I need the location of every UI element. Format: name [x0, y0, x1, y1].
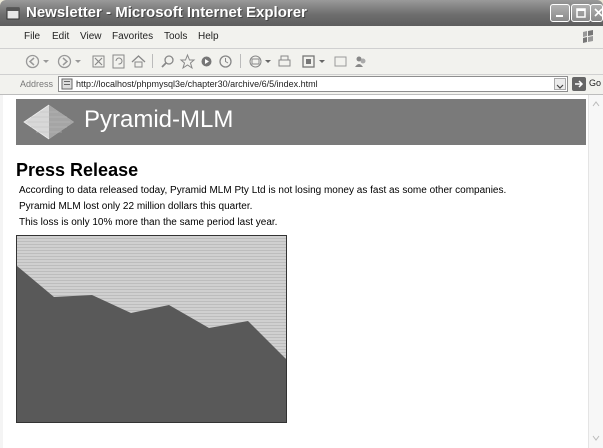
page-heading: Press Release: [16, 160, 139, 180]
toolbar-separator: [240, 54, 241, 68]
go-label: Go: [589, 78, 602, 88]
favorites-icon[interactable]: [179, 53, 196, 70]
go-arrow-icon: [572, 77, 586, 91]
banner-title: Pyramid-MLM: [84, 106, 234, 133]
menu-help[interactable]: Help: [198, 31, 219, 42]
edit-icon[interactable]: [300, 53, 317, 70]
forward-icon[interactable]: [56, 53, 73, 70]
menu-file[interactable]: File: [24, 31, 40, 42]
browser-window: Newsletter - Microsoft Internet Explorer…: [0, 0, 603, 448]
maximize-button[interactable]: [571, 4, 591, 22]
go-button[interactable]: Go: [572, 77, 601, 91]
windows-flag-icon: [583, 30, 593, 43]
mail-dropdown-icon[interactable]: [264, 53, 272, 70]
messenger-icon[interactable]: [352, 53, 369, 70]
page-viewport[interactable]: Pyramid-MLM Press Release According to d…: [0, 95, 603, 448]
media-icon[interactable]: [198, 53, 215, 70]
pyramid-logo: [23, 104, 74, 140]
address-url: http://localhost/phpmysql3e/chapter30/ar…: [76, 79, 318, 89]
site-banner: Pyramid-MLM: [16, 99, 586, 145]
viewport-edge: [0, 95, 3, 448]
minimize-button[interactable]: [550, 4, 570, 22]
menu-view[interactable]: View: [80, 31, 102, 42]
scroll-up-icon[interactable]: [592, 100, 600, 108]
paragraph-3: This loss is only 10% more than the same…: [19, 217, 278, 228]
refresh-icon[interactable]: [110, 53, 127, 70]
maximize-icon: [576, 8, 586, 18]
forward-dropdown-icon[interactable]: [74, 53, 82, 70]
standard-toolbar: [0, 49, 603, 75]
home-icon[interactable]: [130, 53, 147, 70]
loss-area-chart: [16, 235, 287, 423]
menu-favorites[interactable]: Favorites: [112, 31, 153, 42]
menu-bar: File Edit View Favorites Tools Help: [0, 26, 603, 49]
edit-dropdown-icon[interactable]: [318, 53, 326, 70]
discuss-icon[interactable]: [332, 53, 349, 70]
search-icon[interactable]: [160, 53, 177, 70]
address-dropdown-button[interactable]: [554, 78, 566, 90]
menu-edit[interactable]: Edit: [52, 31, 69, 42]
minimize-icon: [556, 15, 563, 17]
address-input[interactable]: http://localhost/phpmysql3e/chapter30/ar…: [58, 76, 568, 92]
chevron-down-icon: [556, 84, 564, 89]
mail-icon[interactable]: [247, 53, 264, 70]
history-icon[interactable]: [217, 53, 234, 70]
vertical-scrollbar[interactable]: [588, 95, 603, 448]
back-dropdown-icon[interactable]: [42, 53, 50, 70]
paragraph-1: According to data released today, Pyrami…: [19, 185, 507, 196]
print-icon[interactable]: [276, 53, 293, 70]
menu-tools[interactable]: Tools: [164, 31, 187, 42]
stop-icon[interactable]: [90, 53, 107, 70]
title-bar[interactable]: Newsletter - Microsoft Internet Explorer: [0, 0, 603, 26]
toolbar-separator: [152, 54, 153, 68]
scroll-down-icon[interactable]: [592, 434, 600, 442]
ie-logo-icon: [6, 7, 20, 20]
address-label: Address: [20, 79, 54, 89]
address-bar: Address http://localhost/phpmysql3e/chap…: [0, 75, 603, 95]
page-icon: [61, 78, 73, 90]
back-icon[interactable]: [24, 53, 41, 70]
close-button[interactable]: [590, 4, 603, 22]
paragraph-2: Pyramid MLM lost only 22 million dollars…: [19, 201, 253, 212]
close-icon: [594, 8, 603, 17]
window-title: Newsletter - Microsoft Internet Explorer: [26, 4, 307, 21]
